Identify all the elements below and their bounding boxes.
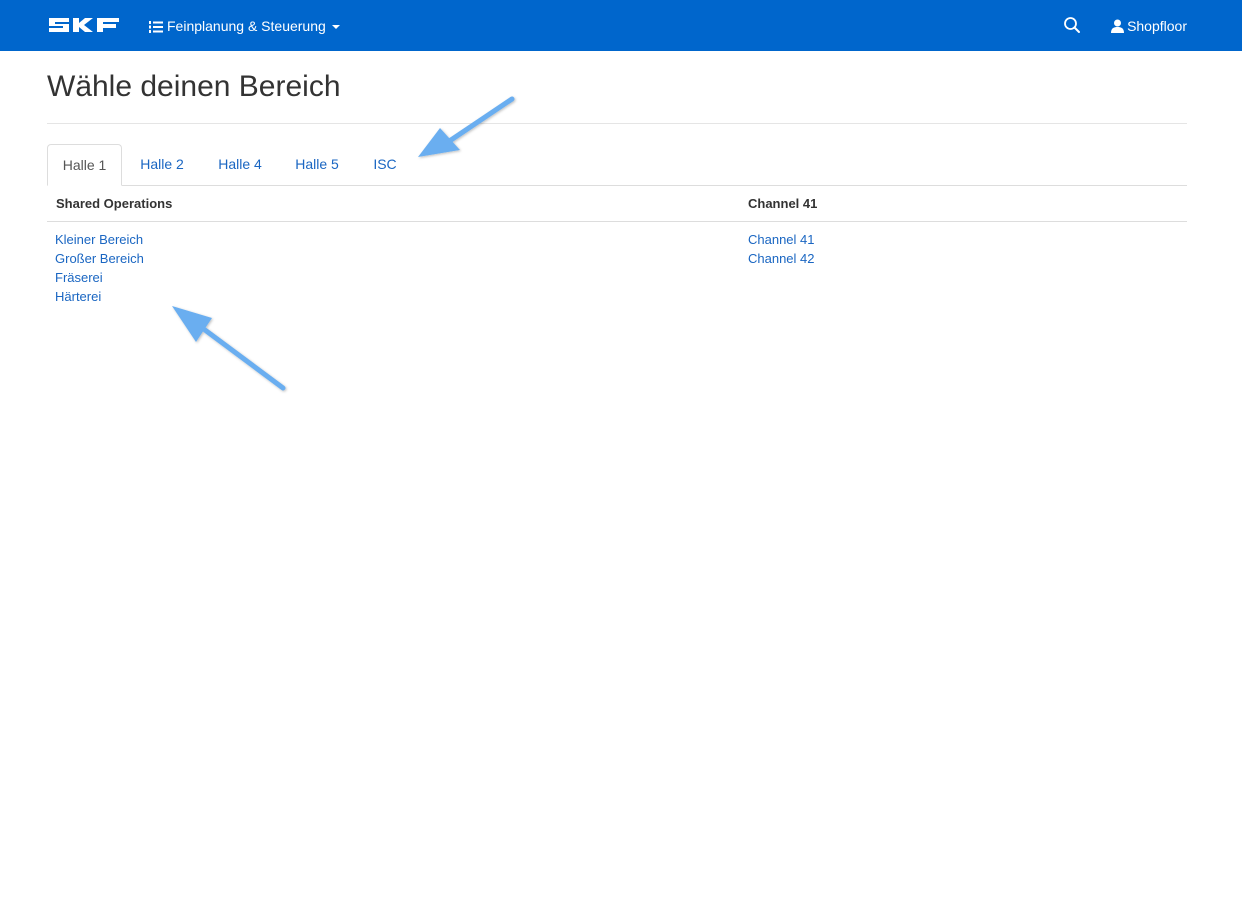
annotation-arrows <box>172 96 515 391</box>
tab-halle-1[interactable]: Halle 1 <box>47 144 122 186</box>
user-menu[interactable]: Shopfloor <box>1111 0 1187 51</box>
user-name: Shopfloor <box>1127 17 1187 34</box>
list-item: Channel 42 <box>748 250 815 269</box>
search-icon[interactable] <box>1063 16 1081 34</box>
hall-tabs: Halle 1 Halle 2 Halle 4 Halle 5 ISC <box>47 144 1187 186</box>
tab-halle-2[interactable]: Halle 2 <box>127 144 197 186</box>
title-divider <box>47 123 1187 124</box>
link-haerterei[interactable]: Härterei <box>55 289 101 304</box>
tab-halle-5[interactable]: Halle 5 <box>282 144 352 186</box>
page-title: Wähle deinen Bereich <box>47 70 341 103</box>
link-channel-42[interactable]: Channel 42 <box>748 251 815 266</box>
channel-list: Channel 41 Channel 42 <box>748 231 815 269</box>
header-divider <box>47 221 1187 222</box>
tab-halle-4[interactable]: Halle 4 <box>205 144 275 186</box>
link-channel-41[interactable]: Channel 41 <box>748 232 815 247</box>
user-icon <box>1111 19 1125 33</box>
list-item: Channel 41 <box>748 231 815 250</box>
shared-operations-list: Kleiner Bereich Großer Bereich Fräserei … <box>55 231 144 307</box>
app-menu-label: Feinplanung & Steuerung <box>167 17 326 34</box>
list-ordered-icon <box>149 20 163 33</box>
list-item: Fräserei <box>55 269 144 288</box>
tab-isc[interactable]: ISC <box>360 144 410 186</box>
caret-down-icon <box>331 24 340 29</box>
column-header-shared-operations: Shared Operations <box>56 196 173 211</box>
arrow-to-link-list <box>172 306 286 391</box>
app-menu-dropdown[interactable]: Feinplanung & Steuerung <box>149 0 340 51</box>
top-navbar: Feinplanung & Steuerung Shopfloor <box>0 0 1242 51</box>
column-header-channel-41: Channel 41 <box>748 196 818 211</box>
list-item: Kleiner Bereich <box>55 231 144 250</box>
link-kleiner-bereich[interactable]: Kleiner Bereich <box>55 232 143 247</box>
skf-logo[interactable] <box>47 16 121 34</box>
list-item: Härterei <box>55 288 144 307</box>
link-fraeserei[interactable]: Fräserei <box>55 270 103 285</box>
link-grosser-bereich[interactable]: Großer Bereich <box>55 251 144 266</box>
list-item: Großer Bereich <box>55 250 144 269</box>
